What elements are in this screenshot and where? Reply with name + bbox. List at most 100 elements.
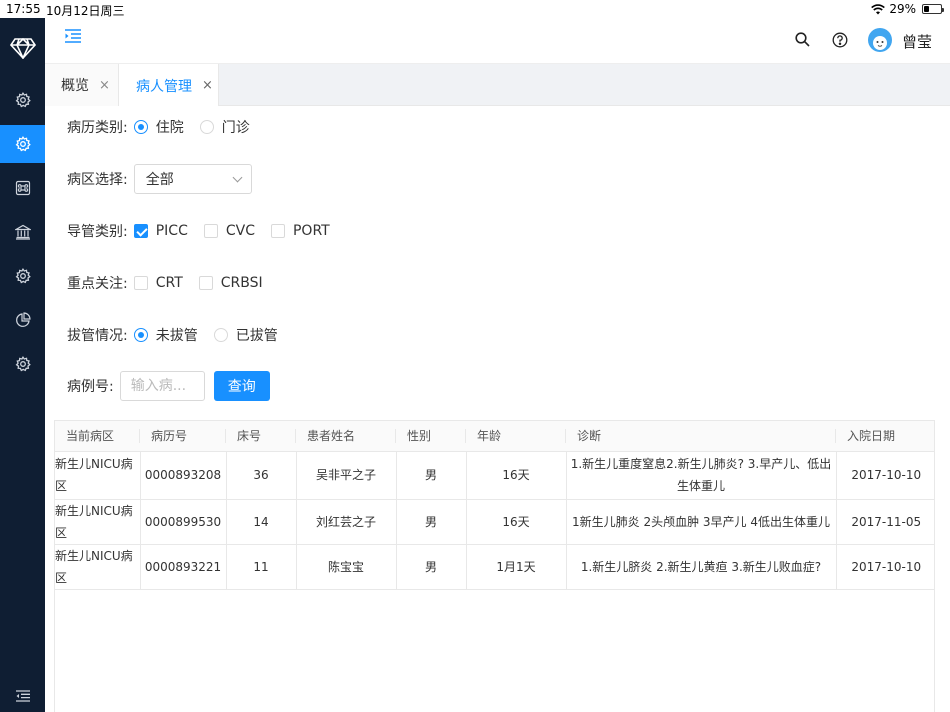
patient-table: 当前病区 病历号 床号 患者姓名 性别 年龄 诊断 入院日期 新生儿NICU病区… — [54, 420, 935, 712]
column-header[interactable]: 年龄 — [466, 421, 566, 452]
option-label: 未拔管 — [155, 328, 198, 344]
radio-inpatient[interactable]: 住院 — [133, 117, 184, 137]
cell-patient-name: 吴非平之子 — [296, 451, 397, 500]
option-label: CVC — [225, 223, 255, 239]
checkbox-crbsi[interactable]: CRBSI — [198, 275, 263, 291]
column-header[interactable]: 床号 — [226, 421, 296, 452]
diamond-logo-icon[interactable] — [0, 30, 45, 66]
ward-select-value: 全部 — [145, 172, 174, 188]
sidebar-item-settings-1[interactable] — [0, 81, 45, 119]
table-row[interactable]: 新生儿NICU病区 0000893221 11 陈宝宝 男 1月1天 1.新生儿… — [55, 544, 934, 590]
option-label: 门诊 — [221, 120, 250, 136]
bank-icon — [14, 224, 31, 240]
radio-outpatient[interactable]: 门诊 — [199, 117, 250, 137]
chevron-down-icon — [232, 172, 243, 183]
checkbox-port[interactable]: PORT — [270, 223, 330, 239]
radio-indicator[interactable] — [213, 328, 228, 342]
status-time: 17:55 — [6, 2, 41, 16]
cell-patient-name: 刘红芸之子 — [296, 499, 397, 545]
sidebar-item-pie-chart[interactable] — [0, 301, 45, 339]
checkbox-cvc[interactable]: CVC — [203, 223, 255, 239]
checkbox-indicator[interactable] — [133, 276, 148, 290]
radio-indicator[interactable] — [199, 120, 214, 134]
search-icon — [795, 32, 810, 47]
menu-unfold-button[interactable] — [65, 29, 81, 47]
cell-age: 1月1天 — [466, 544, 567, 590]
cell-ward: 新生儿NICU病区 — [55, 499, 141, 545]
cell-admission-date: 2017-11-05 — [836, 499, 934, 545]
sidebar-item-settings-3[interactable] — [0, 345, 45, 383]
gear-icon — [15, 356, 31, 372]
sidebar-item-command[interactable] — [0, 169, 45, 207]
sidebar-item-settings-active[interactable] — [0, 125, 45, 163]
case-number-row: 病例号: 查询 — [67, 371, 270, 401]
close-icon[interactable]: × — [202, 78, 213, 93]
ward-row: 病区选择: 全部 — [67, 164, 252, 194]
table-row[interactable]: 新生儿NICU病区 0000899530 14 刘红芸之子 男 16天 1新生儿… — [55, 499, 934, 545]
radio-indicator[interactable] — [133, 328, 148, 342]
extubation-label: 拔管情况: — [67, 328, 128, 344]
checkbox-indicator[interactable] — [203, 224, 218, 238]
status-right: 29% — [871, 2, 944, 16]
search-button[interactable] — [795, 32, 810, 51]
tab-label: 病人管理 — [136, 78, 192, 95]
column-header[interactable]: 患者姓名 — [296, 421, 396, 452]
top-header: 曾莹 — [45, 18, 950, 64]
pie-chart-icon — [15, 312, 31, 327]
radio-indicator[interactable] — [133, 120, 148, 134]
menu-unfold-icon — [65, 29, 81, 43]
sidebar-collapse-button[interactable] — [0, 686, 45, 706]
battery-fill — [924, 6, 929, 12]
cell-diagnosis: 1.新生儿脐炎 2.新生儿黄疸 3.新生儿败血症? — [566, 544, 837, 590]
record-type-row: 病历类别: 住院 门诊 — [67, 117, 266, 137]
cell-bed: 36 — [226, 451, 297, 500]
cell-gender: 男 — [396, 544, 467, 590]
cell-bed: 14 — [226, 499, 297, 545]
cell-ward: 新生儿NICU病区 — [55, 544, 141, 590]
tab-patient-management[interactable]: 病人管理 × — [119, 64, 219, 107]
checkbox-picc[interactable]: PICC — [133, 223, 188, 239]
tab-label: 概览 — [61, 78, 89, 94]
column-header[interactable]: 入院日期 — [836, 421, 934, 452]
radio-extubated[interactable]: 已拔管 — [213, 325, 278, 345]
cell-bed: 11 — [226, 544, 297, 590]
checkbox-indicator[interactable] — [198, 276, 213, 290]
cell-admission-date: 2017-10-10 — [836, 544, 934, 590]
query-button[interactable]: 查询 — [213, 371, 270, 401]
column-header[interactable]: 性别 — [396, 421, 466, 452]
close-icon[interactable]: × — [99, 78, 110, 93]
checkbox-crt[interactable]: CRT — [133, 275, 183, 291]
option-label: PORT — [292, 223, 330, 239]
avatar[interactable] — [868, 28, 892, 52]
column-header[interactable]: 病历号 — [140, 421, 226, 452]
radio-not-extubated[interactable]: 未拔管 — [133, 325, 198, 345]
checkbox-indicator[interactable] — [133, 224, 148, 238]
option-label: CRBSI — [220, 275, 263, 291]
wifi-icon — [871, 3, 886, 14]
column-header[interactable]: 当前病区 — [55, 421, 140, 452]
username[interactable]: 曾莹 — [902, 31, 932, 52]
gear-icon — [15, 268, 31, 284]
sidebar-item-settings-2[interactable] — [0, 257, 45, 295]
case-number-label: 病例号: — [67, 379, 114, 395]
table-row[interactable]: 新生儿NICU病区 0000893208 36 吴非平之子 男 16天 1.新生… — [55, 451, 934, 500]
option-label: 住院 — [155, 120, 184, 136]
column-header[interactable]: 诊断 — [566, 421, 836, 452]
cell-ward: 新生儿NICU病区 — [55, 451, 141, 500]
record-type-label: 病历类别: — [67, 120, 128, 136]
tab-bar: 概览 × 病人管理 × — [45, 64, 950, 107]
catheter-row: 导管类别: PICC CVC PORT — [67, 221, 346, 241]
cell-record-no: 0000899530 — [140, 499, 227, 545]
tab-overview[interactable]: 概览 × — [45, 64, 119, 106]
ward-select[interactable]: 全部 — [133, 164, 252, 194]
help-button[interactable] — [832, 32, 848, 52]
option-label: CRT — [155, 275, 183, 291]
sidebar-item-bank[interactable] — [0, 213, 45, 251]
case-number-input[interactable] — [119, 371, 205, 401]
option-label: PICC — [155, 223, 188, 239]
catheter-label: 导管类别: — [67, 224, 128, 240]
status-date: 10月12日周三 — [46, 4, 125, 18]
option-label: 已拔管 — [235, 328, 278, 344]
extubation-row: 拔管情况: 未拔管 已拔管 — [67, 325, 294, 345]
checkbox-indicator[interactable] — [270, 224, 285, 238]
